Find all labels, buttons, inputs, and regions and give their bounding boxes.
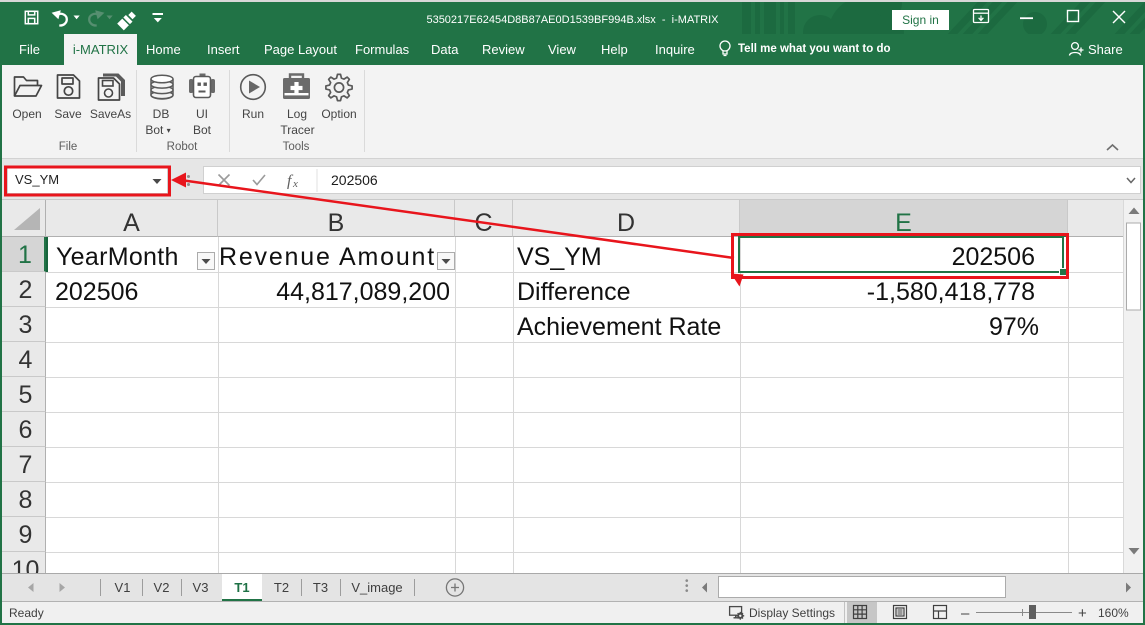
svg-text:x: x: [292, 178, 298, 190]
